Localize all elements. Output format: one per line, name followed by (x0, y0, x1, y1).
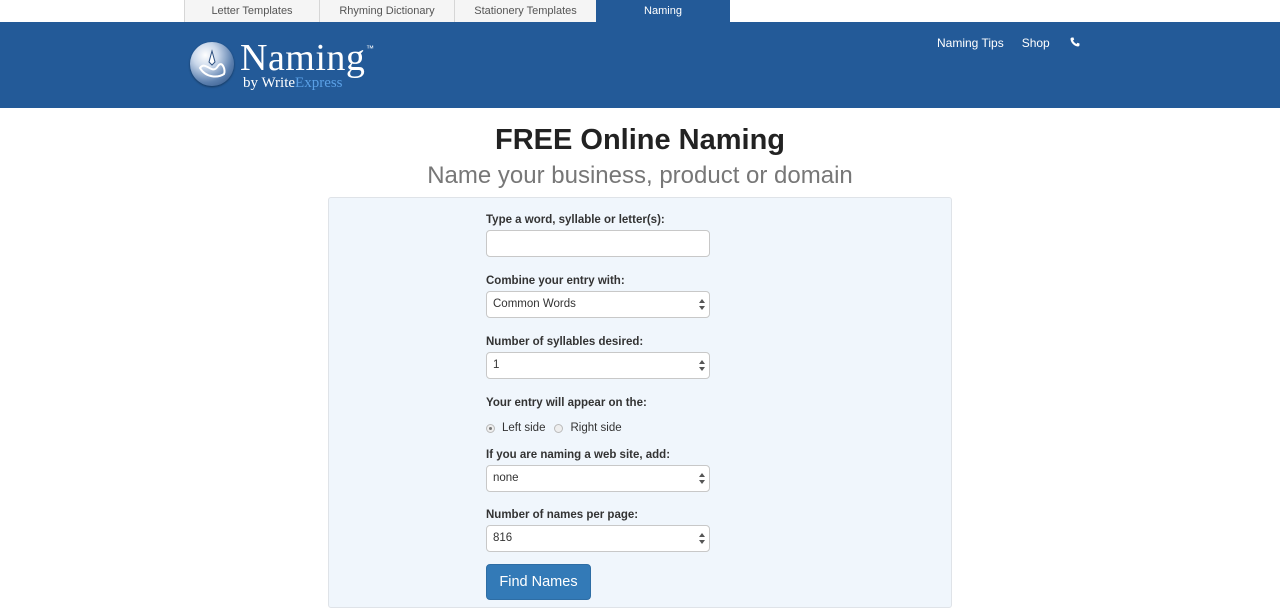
logo-by-express: Express (295, 75, 343, 91)
logo-wordmark: Naming (240, 37, 366, 79)
header-nav: Naming Tips Shop (937, 36, 1082, 50)
website-suffix-select[interactable]: none (486, 465, 710, 492)
per-page-select[interactable]: 816 (486, 525, 710, 552)
combine-select-value: Common Words (493, 298, 576, 310)
top-bar: Letter Templates Rhyming Dictionary Stat… (0, 0, 1280, 22)
naming-form: Type a word, syllable or letter(s): Comb… (486, 212, 710, 600)
right-side-radio[interactable] (554, 423, 564, 433)
combine-select[interactable]: Common Words (486, 291, 710, 318)
site-tabs: Letter Templates Rhyming Dictionary Stat… (184, 0, 730, 22)
word-input[interactable] (486, 230, 710, 257)
right-side-label[interactable]: Right side (570, 422, 621, 434)
find-names-button[interactable]: Find Names (486, 564, 591, 600)
syllables-select-value: 1 (493, 359, 500, 371)
combine-label: Combine your entry with: (486, 275, 625, 287)
position-radio-group: Left side Right side (486, 420, 710, 436)
per-page-select-value: 816 (493, 532, 513, 544)
left-side-label[interactable]: Left side (502, 422, 545, 434)
logo-byline: by WriteExpress (243, 75, 343, 92)
select-arrows-icon (699, 299, 705, 310)
phone-icon[interactable] (1070, 36, 1082, 48)
naming-logo[interactable]: Naming ™ by WriteExpress (188, 37, 388, 98)
tab-stationery-templates[interactable]: Stationery Templates (454, 0, 596, 22)
site-header: Naming ™ by WriteExpress Naming Tips Sho… (0, 22, 1280, 108)
page-subtitle: Name your business, product or domain (427, 162, 853, 189)
select-arrows-icon (699, 473, 705, 484)
logo-by-write: by Write (243, 75, 296, 91)
website-select-value: none (493, 472, 519, 484)
tab-rhyming-dictionary[interactable]: Rhyming Dictionary (319, 0, 454, 22)
trademark-symbol: ™ (366, 44, 374, 53)
globe-pen-logo-icon (190, 42, 234, 86)
word-label: Type a word, syllable or letter(s): (486, 214, 665, 226)
position-label: Your entry will appear on the: (486, 397, 647, 409)
page-title: FREE Online Naming (494, 124, 786, 156)
tab-naming[interactable]: Naming (596, 0, 730, 22)
website-label: If you are naming a web site, add: (486, 449, 671, 461)
select-arrows-icon (699, 533, 705, 544)
tab-letter-templates[interactable]: Letter Templates (184, 0, 319, 22)
per-page-label: Number of names per page: (486, 509, 639, 521)
syllables-label: Number of syllables desired: (486, 336, 644, 348)
nav-naming-tips[interactable]: Naming Tips (937, 36, 1004, 50)
syllables-select[interactable]: 1 (486, 352, 710, 379)
select-arrows-icon (699, 360, 705, 371)
left-side-radio[interactable] (486, 423, 495, 433)
nav-shop[interactable]: Shop (1022, 36, 1050, 50)
